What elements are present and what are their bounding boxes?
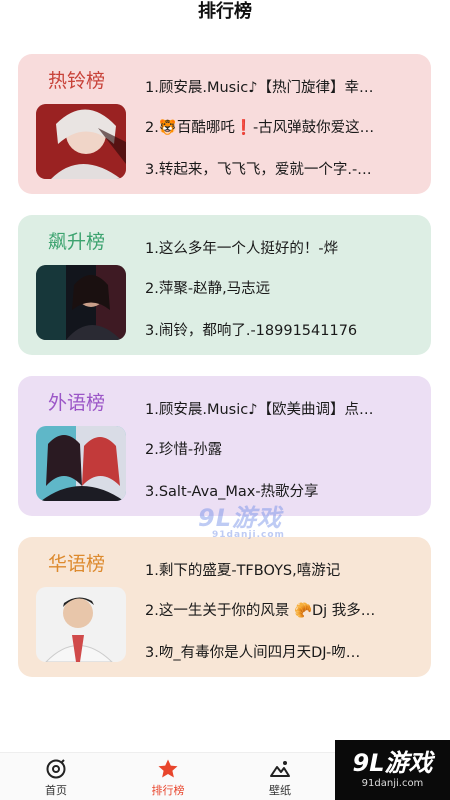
- chart-cover-image: [36, 265, 126, 340]
- watermark-text: 9L游戏: [198, 504, 282, 532]
- badge-subtext: 91danji.com: [361, 778, 424, 789]
- home-icon: [46, 759, 66, 779]
- chart-card-hot[interactable]: 热铃榜 1.顾安晨.Music♪【热门旋律】幸… 2.🐯百酷哪吒❗-古风弹鼓你爱…: [18, 54, 431, 194]
- chart-title: 热铃榜: [48, 70, 106, 92]
- chart-title: 华语榜: [48, 553, 106, 575]
- song-item[interactable]: 2.珍惜-孙露: [145, 438, 420, 459]
- tab-label: 壁纸: [269, 784, 291, 797]
- watermark-logo: 9L游戏 91danji.com: [198, 498, 285, 540]
- song-item[interactable]: 1.顾安晨.Music♪【热门旋律】幸…: [145, 76, 420, 97]
- song-item[interactable]: 2.萍聚-赵静,马志远: [145, 277, 420, 298]
- chart-cover-image: [36, 587, 126, 662]
- chart-card-rising[interactable]: 飙升榜 1.这么多年一个人挺好的！-烨 2.萍聚-赵静,马志远 3.闹铃，都响了…: [18, 215, 431, 355]
- corner-watermark-badge: 9L游戏 91danji.com: [335, 740, 450, 800]
- song-item[interactable]: 3.转起来，飞飞飞，爱就一个字.-…: [145, 158, 420, 179]
- chart-title: 外语榜: [48, 392, 106, 414]
- song-item[interactable]: 2.这一生关于你的风景 🥐Dj 我多…: [145, 599, 420, 620]
- tab-rankings[interactable]: 排行榜: [112, 753, 224, 800]
- song-item[interactable]: 1.顾安晨.Music♪【欧美曲调】点…: [145, 398, 420, 419]
- chart-card-chinese[interactable]: 华语榜 1.剩下的盛夏-TFBOYS,嘻游记 2.这一生关于你的风景 🥐Dj 我…: [18, 537, 431, 677]
- wallpaper-icon: [270, 761, 290, 777]
- tab-home[interactable]: 首页: [0, 753, 112, 800]
- watermark-subtext: 91danji.com: [212, 530, 285, 540]
- tab-label: 排行榜: [151, 784, 185, 797]
- chart-cover-image: [36, 426, 126, 501]
- tab-label: 首页: [45, 784, 67, 797]
- badge-text: 9L游戏: [352, 749, 433, 777]
- song-item[interactable]: 3.吻_有毒你是人间四月天DJ-吻…: [145, 641, 420, 662]
- page-title: 排行榜: [198, 1, 252, 22]
- song-item[interactable]: 1.剩下的盛夏-TFBOYS,嘻游记: [145, 559, 420, 580]
- chart-card-foreign[interactable]: 外语榜 1.顾安晨.Music♪【欧美曲调】点… 2.珍惜-孙露 3.Salt-…: [18, 376, 431, 516]
- song-item[interactable]: 2.🐯百酷哪吒❗-古风弹鼓你爱这…: [145, 116, 420, 137]
- star-icon: [158, 759, 178, 778]
- song-item[interactable]: 3.闹铃，都响了.-18991541176: [145, 319, 420, 340]
- tab-wallpaper[interactable]: 壁纸: [224, 753, 336, 800]
- chart-cover-image: [36, 104, 126, 179]
- song-item[interactable]: 1.这么多年一个人挺好的！-烨: [145, 237, 420, 258]
- chart-title: 飙升榜: [48, 231, 106, 253]
